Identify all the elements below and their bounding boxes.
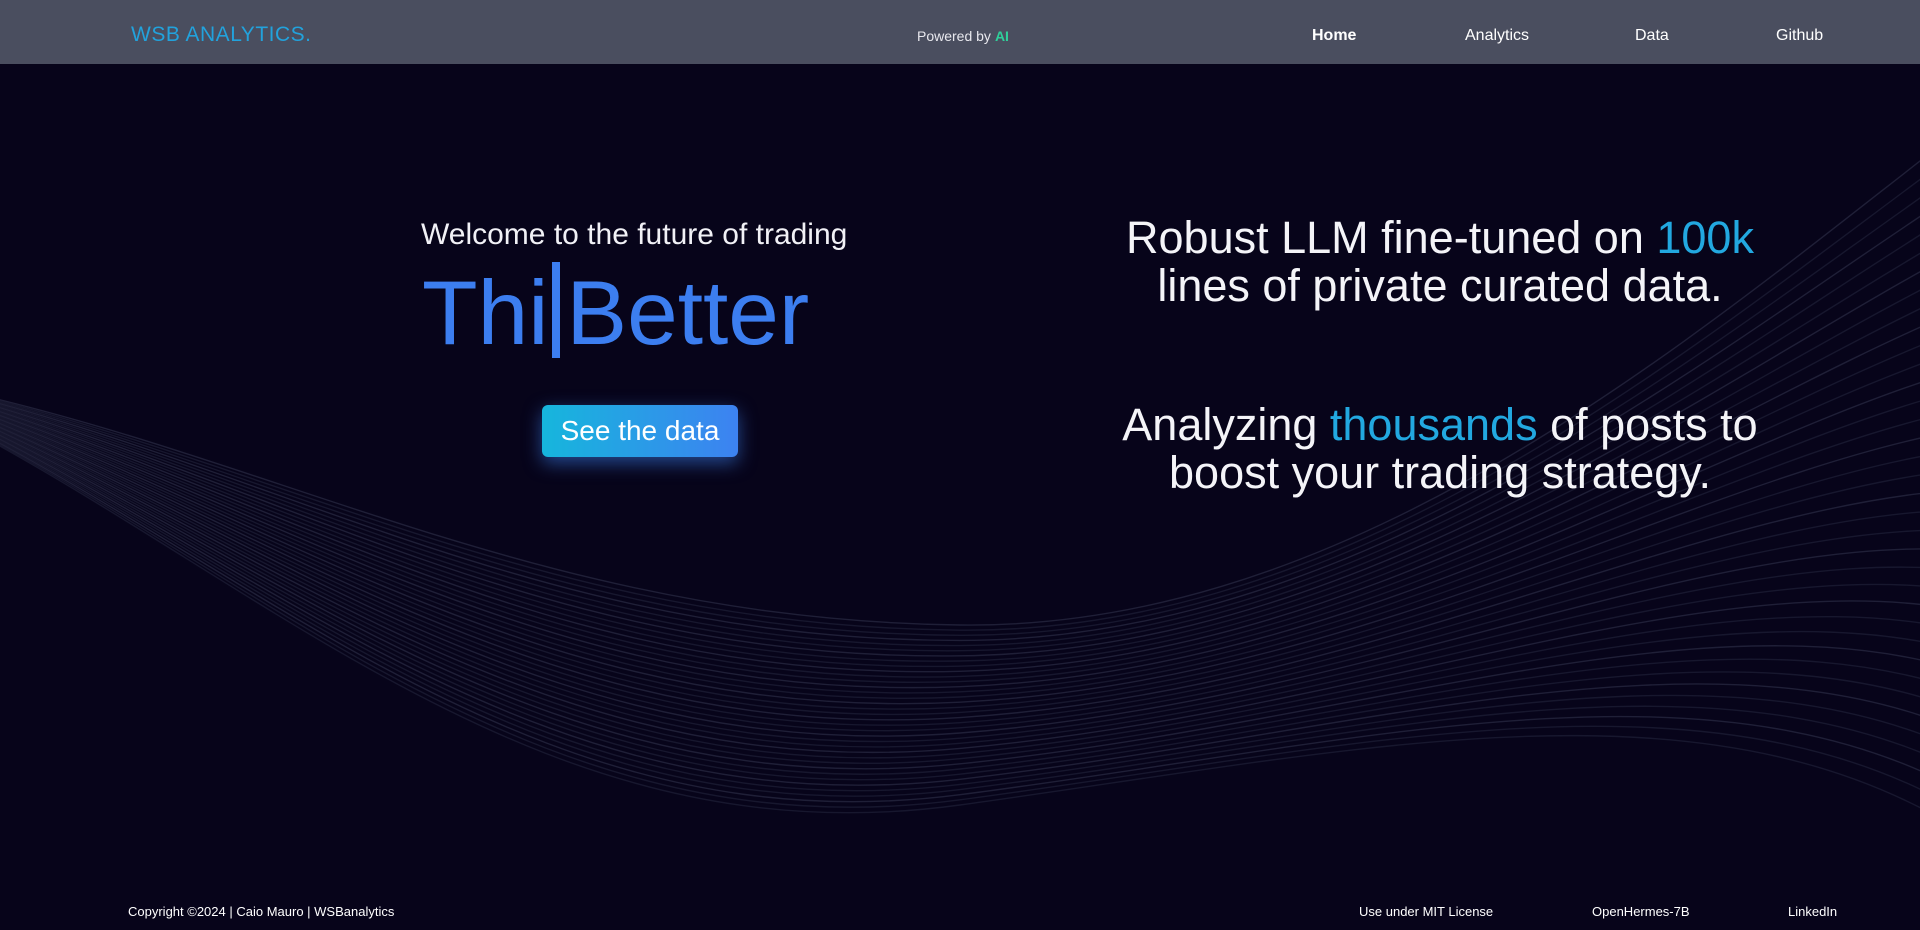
typing-cursor [552,262,561,358]
claim-highlight: 100k [1656,212,1754,263]
footer-copyright: Copyright ©2024 | Caio Mauro | WSBanalyt… [128,904,395,919]
powered-by-label: Powered by AI [917,28,1009,44]
typed-text-after-cursor: Better [566,263,810,364]
navbar: WSB ANALYTICS. Powered by AI Home Analyti… [0,0,1920,64]
brand-logo[interactable]: WSB ANALYTICS. [131,23,312,47]
nav-data[interactable]: Data [1635,27,1669,45]
claim-text: Analyzing [1122,399,1330,450]
claim-highlight: thousands [1329,399,1538,450]
hero-welcome-text: Welcome to the future of trading [421,218,848,251]
see-the-data-button[interactable]: See the data [542,405,738,457]
page: WSB ANALYTICS. Powered by AI Home Analyti… [0,0,1920,930]
footer-link-mit-license[interactable]: Use under MIT License [1359,904,1493,919]
footer-link-linkedin[interactable]: LinkedIn [1788,904,1837,919]
powered-by-text: Powered by [917,28,991,44]
typed-text-before-cursor: Thi [422,263,549,364]
nav-analytics[interactable]: Analytics [1465,27,1529,45]
footer-link-openhermes[interactable]: OpenHermes-7B [1592,904,1690,919]
claim-llm-finetuned: Robust LLM fine-tuned on 100k lines of p… [1080,214,1800,310]
claim-analyzing-posts: Analyzing thousands of posts to boost yo… [1080,401,1800,497]
nav-home[interactable]: Home [1312,27,1356,45]
claim-text: lines of private curated data. [1157,260,1723,311]
typed-headline: Thi Better [422,262,809,366]
claim-text: Robust LLM fine-tuned on [1126,212,1657,263]
wave-line [0,160,1920,626]
ai-badge-text: AI [994,28,1009,44]
nav-github[interactable]: Github [1776,27,1823,45]
